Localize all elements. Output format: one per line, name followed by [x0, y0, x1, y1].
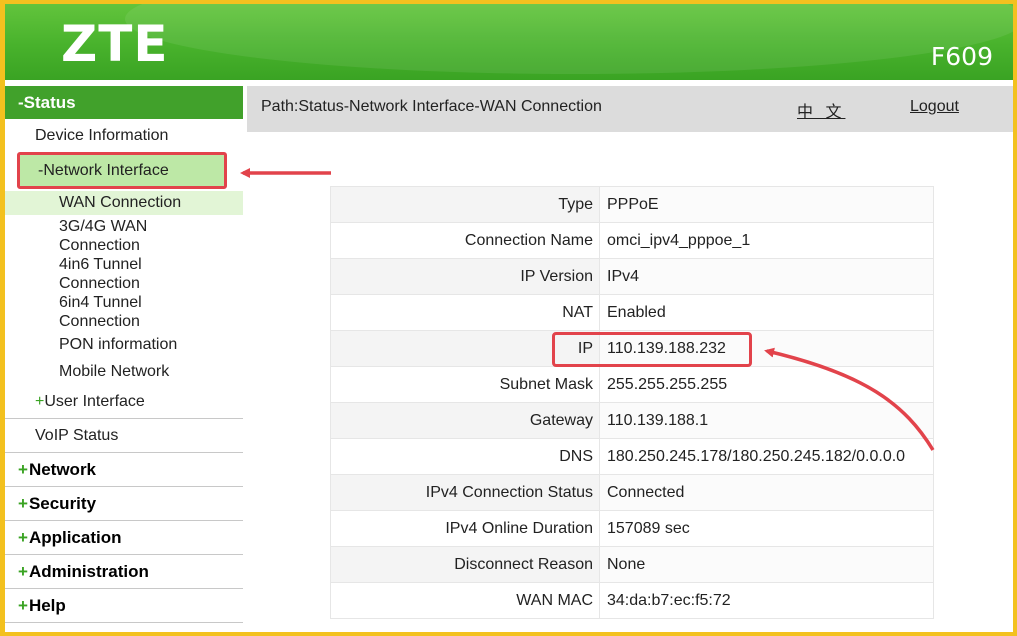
arrow-to-ip — [764, 347, 935, 451]
annotation-arrows — [240, 168, 935, 451]
router-admin-page: ZTE F609 -Status Device Information -Net… — [5, 4, 1013, 632]
